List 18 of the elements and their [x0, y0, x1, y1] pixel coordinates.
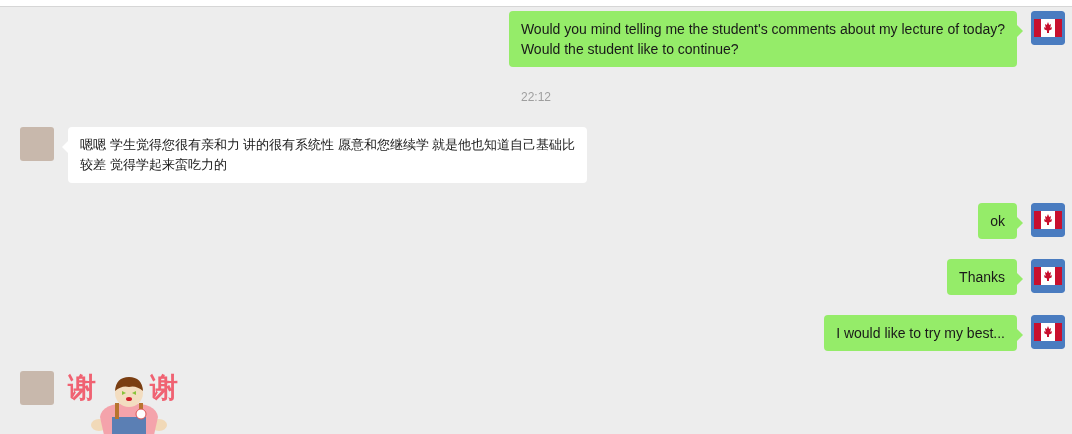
- canada-flag-avatar-icon: [1031, 315, 1065, 349]
- message-timestamp: 22:12: [521, 89, 551, 106]
- canada-flag-avatar-icon: [1031, 11, 1065, 45]
- sent-message-bubble: ok: [978, 203, 1017, 239]
- sent-message-bubble: Would you mind telling me the student's comments about my lecture of today? Would the student like to continue?: [508, 11, 1017, 67]
- sticker-caption: 谢: [150, 371, 178, 405]
- sticker-caption: 谢: [68, 371, 96, 405]
- canada-flag-avatar-icon: [1031, 259, 1065, 293]
- avatar-photo-placeholder: [20, 127, 54, 161]
- sent-message-bubble: I would like to try my best...: [824, 315, 1017, 351]
- bubble-tail: [1017, 329, 1023, 341]
- received-message-bubble: 嗯嗯 学生觉得您很有亲和力 讲的很有系统性 愿意和您继续学 就是他也知道自己基础比 较差 觉得学起来蛮吃力的: [68, 127, 588, 183]
- bubble-tail: [1017, 217, 1023, 229]
- bubble-tail: [1017, 273, 1023, 285]
- canada-flag-avatar-icon: [1031, 203, 1065, 237]
- bubble-tail: [1017, 25, 1023, 37]
- sent-message-bubble: Thanks: [947, 259, 1017, 295]
- avatar-photo-placeholder: [20, 371, 54, 405]
